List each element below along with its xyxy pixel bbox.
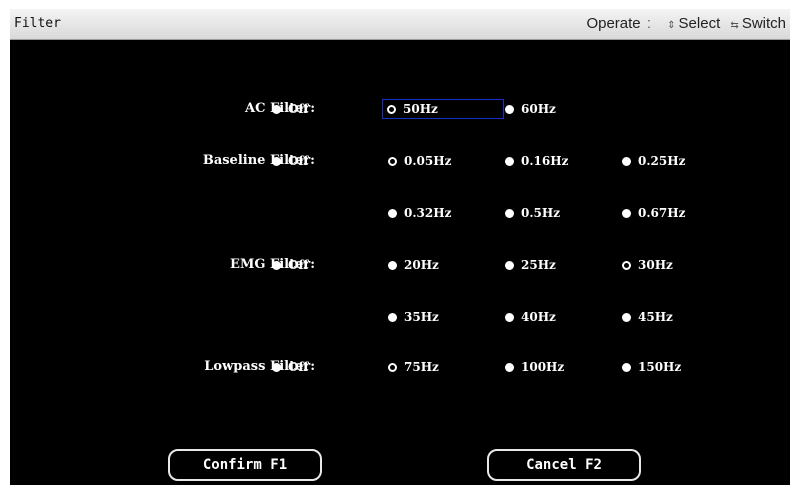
lowpass-filter-off-option[interactable]: Off <box>272 357 308 377</box>
baseline-filter-option-0.16hz[interactable]: 0.16Hz <box>505 151 568 171</box>
option-label: 0.32Hz <box>404 206 452 220</box>
option-label: 50Hz <box>403 102 438 116</box>
ac-filter-off-option[interactable]: Off <box>272 99 308 119</box>
emg-filter-option-25hz[interactable]: 25Hz <box>505 255 556 275</box>
option-label: 100Hz <box>521 360 565 374</box>
baseline-filter-option-0.05hz[interactable]: 0.05Hz <box>388 151 451 171</box>
option-label: 25Hz <box>521 258 556 272</box>
radio-icon <box>272 104 281 114</box>
confirm-button[interactable]: Confirm F1 <box>168 449 322 481</box>
radio-icon <box>505 260 514 270</box>
radio-icon <box>505 208 514 218</box>
baseline-filter-option-0.67hz[interactable]: 0.67Hz <box>622 203 685 223</box>
operate-label: Operate <box>586 15 641 32</box>
radio-icon <box>272 362 281 372</box>
radio-icon <box>388 260 397 270</box>
option-label: 150Hz <box>638 360 682 374</box>
radio-icon <box>622 208 631 218</box>
baseline-filter-option-0.25hz[interactable]: 0.25Hz <box>622 151 685 171</box>
operate-hint: Operate : ⇕ Select ⇆ Switch <box>586 15 786 32</box>
option-label: 0.05Hz <box>404 154 452 168</box>
radio-icon <box>505 156 514 166</box>
radio-icon <box>388 312 397 322</box>
radio-selected-icon <box>388 362 397 372</box>
select-hint-label: Select <box>678 15 721 32</box>
option-label: 35Hz <box>404 310 439 324</box>
radio-icon <box>505 312 514 322</box>
radio-icon <box>622 156 631 166</box>
lowpass-filter-option-100hz[interactable]: 100Hz <box>505 357 564 377</box>
radio-selected-icon <box>388 156 397 166</box>
option-label: 0.16Hz <box>521 154 569 168</box>
emg-filter-option-30hz[interactable]: 30Hz <box>622 255 673 275</box>
option-label: 20Hz <box>404 258 439 272</box>
option-label: 0.67Hz <box>638 206 686 220</box>
option-label: 30Hz <box>638 258 673 272</box>
radio-selected-icon <box>622 260 631 270</box>
option-label: 40Hz <box>521 310 556 324</box>
page-title: Filter <box>14 16 61 31</box>
switch-hint-label: Switch <box>741 15 786 32</box>
option-label: 0.5Hz <box>521 206 561 220</box>
lowpass-filter-option-75hz[interactable]: 75Hz <box>388 357 439 377</box>
up-down-arrows-icon: ⇕ <box>667 20 676 31</box>
filter-screen: Filter Operate : ⇕ Select ⇆ Switch AC Filt… <box>10 9 790 485</box>
option-label: Off <box>288 360 309 374</box>
radio-icon <box>505 362 514 372</box>
radio-icon <box>622 312 631 322</box>
radio-icon <box>505 104 514 114</box>
radio-icon <box>272 260 281 270</box>
operate-separator: : <box>646 15 651 32</box>
option-label: Off <box>288 102 309 116</box>
lowpass-filter-option-150hz[interactable]: 150Hz <box>622 357 681 377</box>
ac-filter-option-60hz[interactable]: 60Hz <box>505 99 556 119</box>
option-label: 0.25Hz <box>638 154 686 168</box>
cancel-button[interactable]: Cancel F2 <box>487 449 641 481</box>
radio-selected-icon <box>387 104 396 114</box>
option-label: 45Hz <box>638 310 673 324</box>
option-label: Off <box>288 258 309 272</box>
emg-filter-off-option[interactable]: Off <box>272 255 308 275</box>
emg-filter-option-45hz[interactable]: 45Hz <box>622 307 673 327</box>
title-bar: Filter Operate : ⇕ Select ⇆ Switch <box>10 9 790 40</box>
baseline-filter-option-0.5hz[interactable]: 0.5Hz <box>505 203 560 223</box>
radio-icon <box>388 208 397 218</box>
option-label: 75Hz <box>404 360 439 374</box>
ac-filter-option-50hz[interactable]: 50Hz <box>382 99 504 119</box>
baseline-filter-option-0.32hz[interactable]: 0.32Hz <box>388 203 451 223</box>
emg-filter-option-20hz[interactable]: 20Hz <box>388 255 439 275</box>
option-label: Off <box>288 154 309 168</box>
emg-filter-option-40hz[interactable]: 40Hz <box>505 307 556 327</box>
baseline-filter-off-option[interactable]: Off <box>272 151 308 171</box>
radio-icon <box>272 156 281 166</box>
radio-icon <box>622 362 631 372</box>
emg-filter-option-35hz[interactable]: 35Hz <box>388 307 439 327</box>
option-label: 60Hz <box>521 102 556 116</box>
left-right-arrows-icon: ⇆ <box>730 20 739 31</box>
